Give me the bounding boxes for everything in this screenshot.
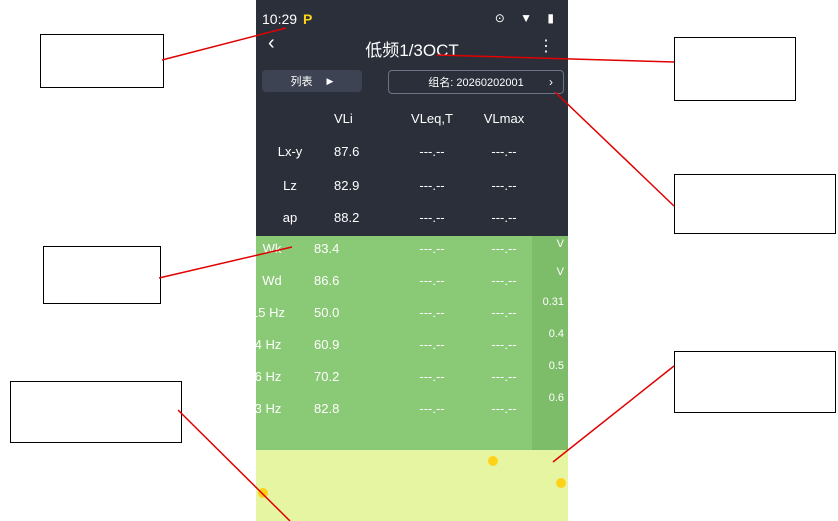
callout-line-2 — [436, 54, 675, 63]
callout-lines — [158, 27, 675, 521]
callout-line-1 — [161, 27, 287, 61]
callout-line-3 — [554, 91, 675, 207]
callout-line-6 — [177, 409, 291, 521]
callout-line-5 — [552, 365, 675, 463]
callout-line-4 — [158, 246, 293, 279]
